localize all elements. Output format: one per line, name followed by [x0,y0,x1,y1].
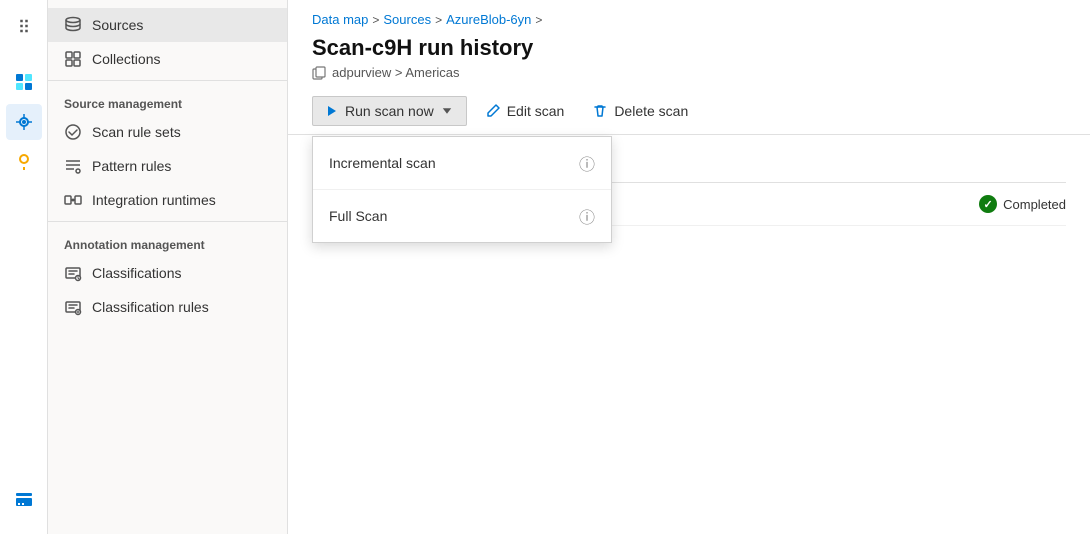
delete-icon [592,103,608,119]
subtitle-text: adpurview > Americas [332,65,460,80]
annotation-management-header: Annotation management [48,226,287,256]
collections-item[interactable]: Collections [48,42,287,76]
management-icon[interactable] [6,482,42,518]
sidebar: Sources Collections Source management Sc… [48,0,288,534]
edit-icon [485,103,501,119]
classifications-label: Classifications [92,265,181,281]
dropdown-menu: Incremental scan ⓘ Full Scan ⓘ [312,136,612,243]
breadcrumb-sources[interactable]: Sources [383,12,431,27]
classification-rules-icon [64,298,82,316]
delete-scan-label: Delete scan [614,103,688,119]
sources-item[interactable]: Sources [48,8,287,42]
page-title: Scan-c9H run history [312,35,1066,61]
pattern-rules-icon [64,157,82,175]
toolbar: Run scan now Edit scan Delete scan Incre… [288,88,1090,135]
data-map-icon[interactable] [6,104,42,140]
breadcrumb-data-map[interactable]: Data map [312,12,368,27]
collapse-icon[interactable] [6,8,42,44]
integration-icon [64,191,82,209]
scan-rule-sets-item[interactable]: Scan rule sets [48,115,287,149]
pattern-rules-item[interactable]: Pattern rules [48,149,287,183]
classifications-item[interactable]: Classifications [48,256,287,290]
edit-scan-button[interactable]: Edit scan [475,97,575,125]
scan-rule-icon [64,123,82,141]
full-scan-info-icon[interactable]: ⓘ [579,204,595,228]
delete-scan-button[interactable]: Delete scan [582,97,698,125]
play-icon [325,104,339,118]
status-label: Completed [1003,197,1066,212]
edit-scan-label: Edit scan [507,103,565,119]
page-subtitle: adpurview > Americas [312,65,1066,80]
breadcrumb: Data map > Sources > AzureBlob-6yn > [288,0,1090,31]
breadcrumb-azure-blob[interactable]: AzureBlob-6yn [446,12,531,27]
database-icon [64,16,82,34]
collections-icon [64,50,82,68]
completed-check-icon [979,195,997,213]
incremental-scan-option[interactable]: Incremental scan ⓘ [313,137,611,190]
incremental-scan-info-icon[interactable]: ⓘ [579,151,595,175]
sources-label: Sources [92,17,143,33]
pattern-rules-label: Pattern rules [92,158,171,174]
page-header: Scan-c9H run history adpurview > America… [288,31,1090,88]
classification-rules-item[interactable]: Classification rules [48,290,287,324]
run-scan-label: Run scan now [345,103,434,119]
incremental-scan-label: Incremental scan [329,155,436,171]
main-content: Data map > Sources > AzureBlob-6yn > Sca… [288,0,1090,534]
integration-runtimes-item[interactable]: Integration runtimes [48,183,287,217]
source-management-header: Source management [48,85,287,115]
full-scan-label: Full Scan [329,208,387,224]
row-status: Completed [979,195,1066,213]
run-scan-button[interactable]: Run scan now [312,96,467,126]
full-scan-option[interactable]: Full Scan ⓘ [313,190,611,242]
scan-rule-sets-label: Scan rule sets [92,124,181,140]
collections-label: Collections [92,51,160,67]
classifications-icon [64,264,82,282]
chevron-down-icon [440,104,454,118]
copy-icon [312,66,326,80]
icon-rail [0,0,48,534]
insights-icon[interactable] [6,144,42,180]
breadcrumb-sep-3: > [535,13,542,27]
breadcrumb-sep-2: > [435,13,442,27]
integration-runtimes-label: Integration runtimes [92,192,216,208]
data-catalog-icon[interactable] [6,64,42,100]
classification-rules-label: Classification rules [92,299,209,315]
breadcrumb-sep-1: > [372,13,379,27]
